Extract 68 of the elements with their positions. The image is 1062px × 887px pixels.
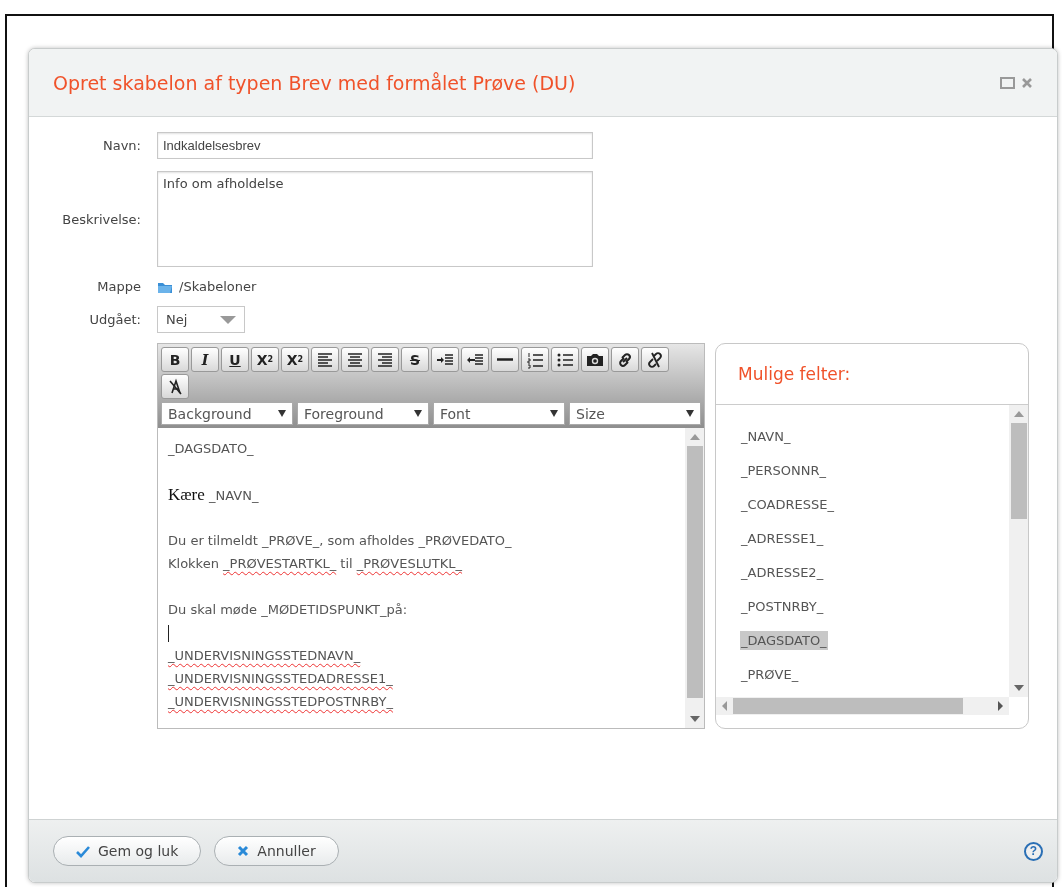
- field-item[interactable]: _ADRESSE2_: [740, 563, 825, 582]
- align-center-icon: [346, 350, 364, 369]
- align-left-button[interactable]: [311, 347, 339, 372]
- image-button[interactable]: [581, 347, 609, 372]
- name-field[interactable]: Indkaldelsesbrev: [157, 132, 593, 159]
- text-line: _UNDERVISNINGSSTEDADRESSE1_: [168, 671, 393, 686]
- rule-button[interactable]: [491, 347, 519, 372]
- checkmark-icon: [76, 844, 90, 858]
- numbered-list-button[interactable]: [521, 347, 549, 372]
- unlink-button[interactable]: [641, 347, 669, 372]
- help-button[interactable]: ?: [1024, 841, 1043, 861]
- format-dropdown[interactable]: Background: [161, 402, 293, 425]
- field-item[interactable]: _COADRESSE_: [740, 495, 835, 514]
- field-item[interactable]: _ADRESSE1_: [740, 529, 825, 548]
- expired-dropdown[interactable]: Nej: [157, 306, 245, 333]
- text-line: _UNDERVISNINGSSTEDNAVN_: [168, 648, 361, 663]
- align-right-icon: [376, 350, 394, 369]
- folder-path: /Skabeloner: [179, 279, 257, 294]
- scrollbar[interactable]: [716, 697, 1009, 715]
- field-item[interactable]: _POSTNRBY_: [740, 597, 825, 616]
- field-label: Navn:: [102, 138, 142, 153]
- field-label: Beskrivelse:: [61, 211, 142, 227]
- description-field[interactable]: Info om afholdelse: [157, 171, 593, 267]
- clear-format-icon: [166, 377, 184, 396]
- close-icon: [1021, 76, 1033, 89]
- text-line: Du skal møde _MØDETIDSPUNKT_på:: [168, 602, 407, 617]
- text-line: Du er tilmeldt _PRØVE_, som afholdes _PRØVEDATO_: [168, 533, 512, 548]
- text-cursor: [168, 625, 169, 642]
- maximize-button[interactable]: [1000, 76, 1015, 89]
- align-right-button[interactable]: [371, 347, 399, 372]
- bullet-list-button[interactable]: [551, 347, 579, 372]
- scrollbar[interactable]: [685, 428, 704, 728]
- cancel-button[interactable]: Annuller: [214, 836, 339, 866]
- panel-title: Mulige felter:: [716, 344, 1028, 405]
- clear-format-button[interactable]: [161, 374, 189, 399]
- align-center-button[interactable]: [341, 347, 369, 372]
- field-item[interactable]: _PRØVE_: [740, 665, 800, 684]
- link-button[interactable]: [611, 347, 639, 372]
- format-dropdown[interactable]: Foreground: [297, 402, 429, 425]
- link-icon: [616, 350, 634, 369]
- format-dropdown[interactable]: Size: [569, 402, 701, 425]
- field-item[interactable]: _PERSONNR_: [740, 461, 828, 480]
- align-left-icon: [316, 350, 334, 369]
- bold-button[interactable]: B: [161, 347, 189, 372]
- format-dropdown[interactable]: Font: [433, 402, 565, 425]
- numbered-list-icon: [526, 350, 544, 369]
- field-item[interactable]: _NAVN_: [740, 427, 792, 446]
- text-line: Kære _NAVN_: [168, 488, 259, 503]
- text-line: Klokken _PRØVESTARTKL_ til _PRØVESLUTKL_: [168, 556, 463, 571]
- maximize-icon: [1000, 76, 1015, 89]
- text-line: _UNDERVISNINGSSTEDPOSTNRBY_: [168, 694, 393, 709]
- outdent-button[interactable]: [461, 347, 489, 372]
- field-label: Mappe: [96, 279, 142, 294]
- unlink-icon: [646, 350, 664, 369]
- dialog-title: Opret skabelon af typen Brev med formålet Prøve (DU): [53, 71, 577, 94]
- field-label: Udgået:: [88, 312, 142, 327]
- scrollbar[interactable]: [1009, 405, 1028, 697]
- close-button[interactable]: [1021, 76, 1033, 89]
- indent-button[interactable]: [431, 347, 459, 372]
- text-line: _DAGSDATO_: [168, 441, 254, 456]
- italic-button[interactable]: I: [191, 347, 219, 372]
- rule-icon: [497, 358, 513, 361]
- superscript-button[interactable]: X$^{2}$: [281, 347, 309, 372]
- cross-icon: [237, 844, 250, 858]
- field-item[interactable]: _DAGSDATO_: [740, 631, 828, 650]
- strike-button[interactable]: S: [401, 347, 429, 372]
- underline-button[interactable]: U: [221, 347, 249, 372]
- confirm-button[interactable]: Gem og luk: [53, 836, 202, 866]
